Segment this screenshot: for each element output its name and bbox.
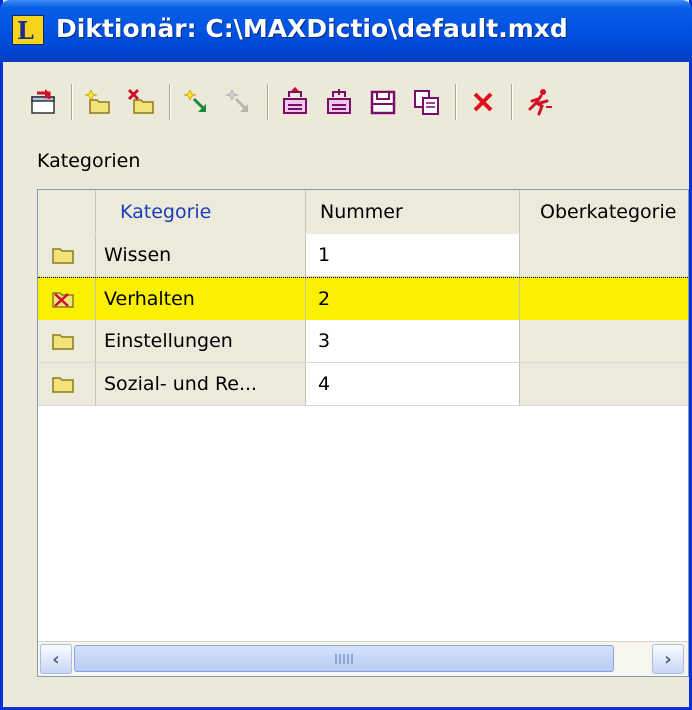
app-icon: L (12, 15, 44, 45)
table-row[interactable]: Sozial- und Re... 4 (38, 363, 688, 406)
table-header: Kategorie Nummer Oberkategorie (38, 190, 688, 235)
open-icon[interactable] (277, 84, 313, 120)
folder-icon (52, 334, 74, 350)
cell-kategorie: Einstellungen (96, 320, 306, 362)
header-kategorie[interactable]: Kategorie (96, 190, 306, 233)
scroll-left-arrow-icon[interactable]: ‹ (40, 644, 72, 674)
header-nummer[interactable]: Nummer (306, 190, 520, 233)
categories-table[interactable]: Kategorie Nummer Oberkategorie Wissen 1 … (37, 189, 689, 677)
header-oberkategorie[interactable]: Oberkategorie (520, 190, 688, 233)
window-title: Diktionär: C:\MAXDictio\default.mxd (56, 14, 568, 43)
title-bar[interactable]: L Diktionär: C:\MAXDictio\default.mxd (0, 0, 692, 62)
header-icon-column[interactable] (38, 190, 96, 233)
table-row[interactable]: Einstellungen 3 (38, 320, 688, 363)
scrollbar-thumb[interactable] (74, 645, 614, 672)
table-row[interactable]: Wissen 1 (38, 234, 688, 277)
import-icon[interactable] (321, 84, 357, 120)
cell-oberkategorie (520, 363, 688, 405)
categories-label: Kategorien (37, 150, 141, 172)
cell-kategorie: Sozial- und Re... (96, 363, 306, 405)
deleted-folder-icon (52, 292, 74, 308)
dictionary-window: L Diktionär: C:\MAXDictio\default.mxd Ka… (0, 0, 692, 710)
horizontal-scrollbar[interactable]: ‹ › (38, 641, 688, 676)
toolbar (13, 78, 683, 128)
delete-category-icon[interactable] (123, 84, 159, 120)
folder-icon (52, 248, 74, 264)
cell-nummer: 2 (306, 278, 520, 320)
cell-nummer: 3 (306, 320, 520, 362)
cell-oberkategorie (520, 278, 688, 320)
save-icon[interactable] (365, 84, 401, 120)
cell-oberkategorie (520, 320, 688, 362)
cell-kategorie: Wissen (96, 234, 306, 276)
copy-icon[interactable] (409, 84, 445, 120)
new-word-icon[interactable] (179, 84, 215, 120)
run-icon[interactable] (521, 84, 557, 120)
cell-kategorie: Verhalten (96, 278, 306, 320)
export-icon[interactable] (25, 84, 61, 120)
delete-icon[interactable] (465, 84, 501, 120)
new-category-icon[interactable] (81, 84, 117, 120)
cell-oberkategorie (520, 234, 688, 276)
folder-icon (52, 377, 74, 393)
cell-nummer: 4 (306, 363, 520, 405)
scroll-right-arrow-icon[interactable]: › (652, 644, 684, 674)
delete-word-icon[interactable] (221, 84, 257, 120)
table-row-selected[interactable]: Verhalten 2 (38, 277, 688, 320)
cell-nummer: 1 (306, 234, 520, 276)
